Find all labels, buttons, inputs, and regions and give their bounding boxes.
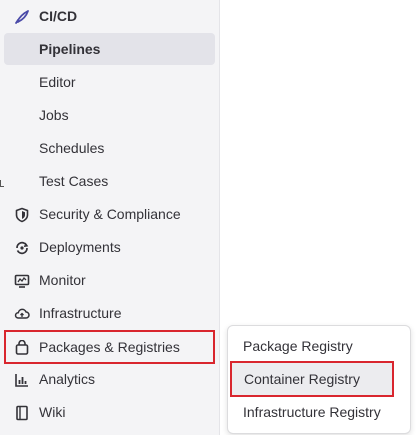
sidebar-subitem-label: Jobs [39,107,69,123]
sidebar-item-monitor[interactable]: Monitor [0,264,219,296]
sidebar-item-wiki[interactable]: Wiki [0,396,219,428]
rocket-icon [13,8,31,26]
sidebar-section-label: CI/CD [39,8,78,24]
sidebar-item-label: Infrastructure [39,305,122,321]
sidebar-item-label: Analytics [39,371,96,387]
sidebar-section-cicd[interactable]: CI/CD [0,0,219,32]
sidebar-item-analytics[interactable]: Analytics [0,363,219,395]
sidebar-subitem-jobs[interactable]: Jobs [0,99,219,131]
sidebar-subitem-label: Pipelines [39,41,101,57]
deployments-icon [13,239,31,257]
sidebar-subitem-label: Test Cases [39,173,109,189]
shield-icon [13,206,31,224]
sidebar-subitem-label: Editor [39,74,76,90]
sidebar-item-label: Deployments [39,239,121,255]
flyout-item-container-registry[interactable]: Container Registry [230,361,394,397]
cloud-icon [13,305,31,323]
flyout-item-package-registry[interactable]: Package Registry [232,330,406,362]
sidebar-subitem-pipelines[interactable]: Pipelines [4,33,215,65]
monitor-icon [13,272,31,290]
packages-registries-flyout-menu: Package Registry Container Registry Infr… [227,325,411,434]
sidebar-item-security-compliance[interactable]: Security & Compliance [0,198,219,230]
book-icon [13,404,31,422]
flyout-item-infrastructure-registry[interactable]: Infrastructure Registry [232,396,406,428]
sidebar-item-label: Security & Compliance [39,206,181,222]
sidebar-item-infrastructure[interactable]: Infrastructure [0,297,219,329]
package-icon [13,339,31,357]
sidebar-subitem-editor[interactable]: Editor [0,66,219,98]
sidebar-item-packages-registries[interactable]: Packages & Registries [4,330,215,364]
sidebar-subitem-label: Schedules [39,140,105,156]
sidebar: CI/CD Pipelines Editor Jobs Schedules Te… [0,0,220,435]
sidebar-subitem-test-cases[interactable]: Test Cases [0,165,219,197]
chart-icon [13,371,31,389]
sidebar-item-label: Wiki [39,404,66,420]
sidebar-subitem-schedules[interactable]: Schedules [0,132,219,164]
sidebar-item-label: Monitor [39,272,86,288]
sidebar-item-deployments[interactable]: Deployments [0,231,219,263]
sidebar-item-label: Packages & Registries [39,339,180,355]
